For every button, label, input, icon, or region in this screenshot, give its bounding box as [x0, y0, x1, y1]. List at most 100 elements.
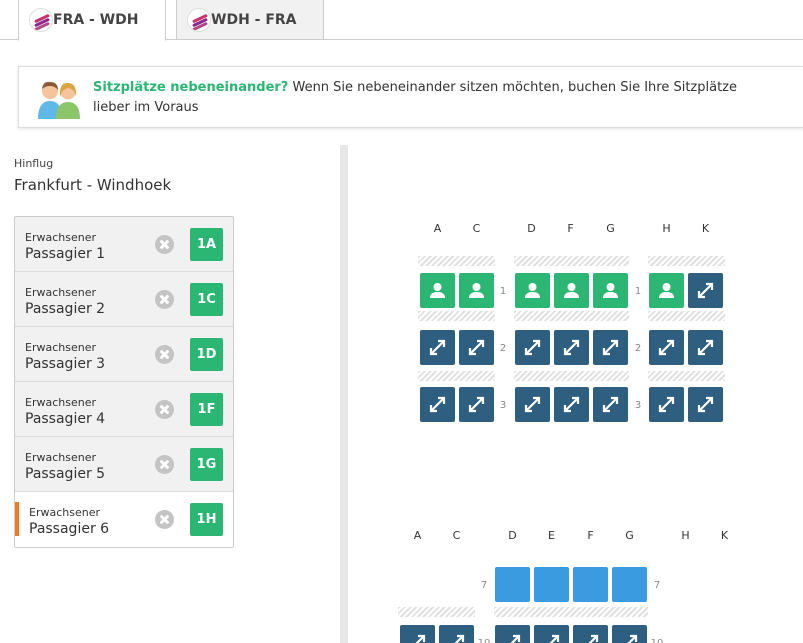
- airline-logo-icon: [187, 8, 211, 32]
- expand-arrow-icon: [429, 396, 446, 413]
- column-letter: K: [720, 529, 729, 542]
- expand-arrow-icon: [524, 339, 541, 356]
- seat-badge[interactable]: 1D: [190, 338, 223, 371]
- column-letter: K: [701, 222, 710, 235]
- row-number: 2: [634, 343, 642, 354]
- expand-arrow-icon: [409, 634, 426, 643]
- seat-available[interactable]: [515, 387, 550, 422]
- column-letter: C: [452, 529, 461, 542]
- seat-divider: [514, 311, 629, 321]
- seat-available[interactable]: [688, 387, 723, 422]
- seat-available[interactable]: [593, 387, 628, 422]
- passenger-type: Erwachsener: [25, 341, 96, 354]
- remove-seat-icon[interactable]: [155, 290, 174, 309]
- expand-arrow-icon: [658, 396, 675, 413]
- passenger-type: Erwachsener: [29, 506, 100, 519]
- row-number: 1: [634, 286, 642, 297]
- notice-text: Sitzplätze nebeneinander? Wenn Sie neben…: [93, 78, 773, 118]
- passenger-name: Passagier 5: [25, 466, 106, 482]
- expand-arrow-icon: [563, 339, 580, 356]
- seat-occupied[interactable]: [593, 273, 628, 308]
- column-letter: D: [508, 529, 517, 542]
- seat-divider: [648, 311, 725, 321]
- seat-divider: [648, 371, 725, 381]
- seat-available[interactable]: [688, 273, 723, 308]
- tab-return[interactable]: WDH - FRA: [176, 0, 324, 40]
- passenger-type: Erwachsener: [25, 286, 96, 299]
- column-letter: H: [681, 529, 690, 542]
- seat-badge[interactable]: 1C: [190, 283, 223, 316]
- seat-available[interactable]: [515, 330, 550, 365]
- seat-extra-legroom[interactable]: [534, 567, 569, 602]
- tab-outbound[interactable]: FRA - WDH: [18, 0, 166, 41]
- seat-available[interactable]: [554, 330, 589, 365]
- seat-available[interactable]: [495, 625, 530, 643]
- column-letter: D: [527, 222, 536, 235]
- seat-occupied[interactable]: [459, 273, 494, 308]
- expand-arrow-icon: [697, 282, 714, 299]
- expand-arrow-icon: [602, 396, 619, 413]
- passenger-row[interactable]: Erwachsener Passagier 3 1D: [15, 327, 233, 382]
- seat-available[interactable]: [420, 330, 455, 365]
- panel-divider: [340, 145, 348, 643]
- seat-badge[interactable]: 1F: [190, 393, 223, 426]
- seat-available[interactable]: [688, 330, 723, 365]
- passenger-row[interactable]: Erwachsener Passagier 4 1F: [15, 382, 233, 437]
- notice-highlight: Sitzplätze nebeneinander?: [93, 80, 289, 95]
- passenger-row[interactable]: Erwachsener Passagier 2 1C: [15, 272, 233, 327]
- passenger-name: Passagier 1: [25, 246, 106, 262]
- seat-occupied[interactable]: [554, 273, 589, 308]
- column-letter: F: [567, 222, 574, 235]
- seat-available[interactable]: [459, 387, 494, 422]
- seat-occupied[interactable]: [420, 273, 455, 308]
- seat-extra-legroom[interactable]: [495, 567, 530, 602]
- seat-badge[interactable]: 1G: [190, 448, 223, 481]
- row-number: 10: [649, 638, 665, 643]
- seat-occupied[interactable]: [515, 273, 550, 308]
- seat-available[interactable]: [573, 625, 608, 643]
- passenger-row[interactable]: Erwachsener Passagier 5 1G: [15, 437, 233, 492]
- seat-available[interactable]: [649, 387, 684, 422]
- seat-extra-legroom[interactable]: [612, 567, 647, 602]
- row-number: 7: [653, 580, 661, 591]
- seat-available[interactable]: [593, 330, 628, 365]
- person-icon: [469, 283, 484, 298]
- remove-seat-icon[interactable]: [155, 235, 174, 254]
- expand-arrow-icon: [658, 339, 675, 356]
- seat-available[interactable]: [439, 625, 474, 643]
- passenger-row[interactable]: Erwachsener Passagier 1 1A: [15, 217, 233, 272]
- remove-seat-icon[interactable]: [155, 400, 174, 419]
- row-number: 7: [480, 580, 488, 591]
- seat-available[interactable]: [400, 625, 435, 643]
- expand-arrow-icon: [524, 396, 541, 413]
- seat-available[interactable]: [534, 625, 569, 643]
- expand-arrow-icon: [621, 634, 638, 643]
- seat-divider: [418, 311, 495, 321]
- remove-seat-icon[interactable]: [155, 455, 174, 474]
- seat-extra-legroom[interactable]: [573, 567, 608, 602]
- seat-available[interactable]: [459, 330, 494, 365]
- seat-map: A C D F G H K 1 1 2 2 3 3 A C D E F G H …: [348, 145, 803, 643]
- passenger-row-current[interactable]: Erwachsener Passagier 6 1H: [15, 492, 233, 547]
- passenger-name: Passagier 6: [29, 521, 110, 537]
- seat-divider: [648, 256, 725, 266]
- remove-seat-icon[interactable]: [155, 345, 174, 364]
- seat-badge[interactable]: 1H: [190, 503, 223, 536]
- seat-together-notice: Sitzplätze nebeneinander? Wenn Sie neben…: [18, 66, 803, 128]
- seat-available[interactable]: [612, 625, 647, 643]
- seat-badge[interactable]: 1A: [190, 228, 223, 261]
- row-number: 1: [499, 286, 507, 297]
- person-icon: [564, 283, 579, 298]
- passenger-type: Erwachsener: [25, 451, 96, 464]
- row-number: 10: [476, 638, 492, 643]
- seat-available[interactable]: [649, 330, 684, 365]
- column-letter: G: [625, 529, 634, 542]
- column-letter: H: [662, 222, 671, 235]
- seat-occupied[interactable]: [649, 273, 684, 308]
- expand-arrow-icon: [543, 634, 560, 643]
- remove-seat-icon[interactable]: [155, 510, 174, 529]
- seat-available[interactable]: [420, 387, 455, 422]
- expand-arrow-icon: [582, 634, 599, 643]
- seat-available[interactable]: [554, 387, 589, 422]
- column-letter: A: [433, 222, 442, 235]
